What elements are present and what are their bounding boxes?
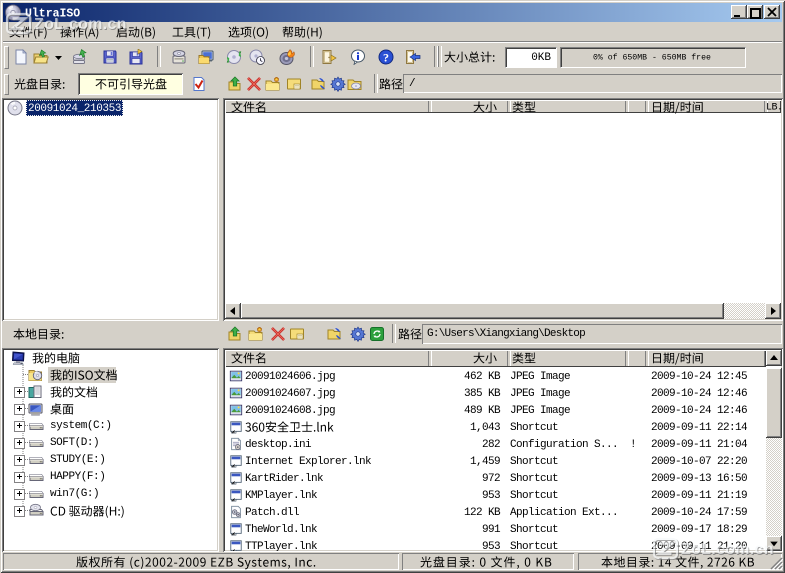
svg-text:?: ? [383,51,389,65]
svg-text:ZoL.com.cn: ZoL.com.cn [34,16,127,33]
svg-text:ZoL.com.cn: ZoL.com.cn [681,541,774,558]
